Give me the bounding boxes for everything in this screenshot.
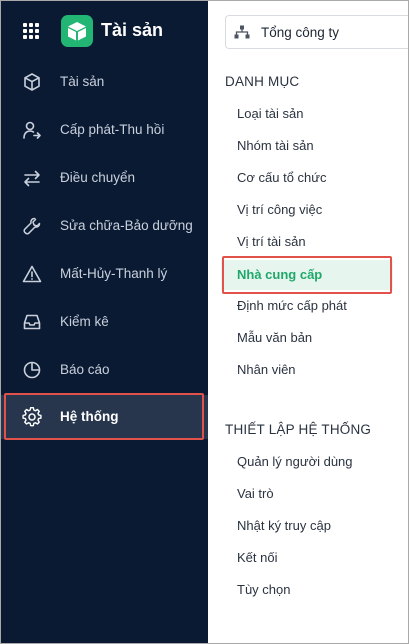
- sidebar-item-label: Sửa chữa-Bảo dưỡng: [60, 218, 193, 233]
- sidebar-item-maintenance[interactable]: Sửa chữa-Bảo dưỡng: [1, 204, 208, 248]
- sidebar-item-label: Kiểm kê: [60, 314, 109, 329]
- cube-icon: [24, 73, 40, 91]
- section-title-catalog: DANH MỤC: [225, 74, 300, 89]
- sidebar-item-label: Báo cáo: [60, 362, 110, 377]
- menu-item-asset-location[interactable]: Vị trí tài sản: [221, 228, 393, 256]
- menu-item-asset-type[interactable]: Loại tài sản: [221, 100, 393, 128]
- menu-item-roles[interactable]: Vai trò: [221, 480, 393, 508]
- menu-item-org-structure[interactable]: Cơ cấu tổ chức: [221, 164, 393, 192]
- sidebar: Tài sản Tài sản Cấp phát-Thu hồi Điều ch…: [1, 1, 208, 643]
- app-title: Tài sản: [101, 20, 164, 40]
- sidebar-item-transfer[interactable]: Điều chuyển: [1, 156, 208, 200]
- org-chart-icon: [234, 25, 250, 39]
- menu-item-user-management[interactable]: Quản lý người dùng: [221, 448, 393, 476]
- sidebar-item-inventory[interactable]: Kiểm kê: [1, 300, 208, 344]
- menu-item-access-log[interactable]: Nhật ký truy cập: [221, 512, 393, 540]
- highlight-box: [222, 256, 392, 294]
- sidebar-item-disposal[interactable]: Mất-Hủy-Thanh lý: [1, 252, 208, 296]
- wrench-icon: [23, 217, 41, 235]
- section-title-system-settings: THIẾT LẬP HỆ THỐNG: [225, 422, 372, 437]
- company-selector-label: Tổng công ty: [261, 25, 340, 40]
- menu-item-connections[interactable]: Kết nối: [221, 544, 393, 572]
- pie-chart-icon: [23, 361, 41, 379]
- warning-icon: [22, 265, 42, 283]
- sidebar-item-allocation[interactable]: Cấp phát-Thu hồi: [1, 108, 208, 152]
- menu-item-asset-group[interactable]: Nhóm tài sản: [221, 132, 393, 160]
- transfer-arrows-icon: [24, 170, 40, 187]
- sidebar-item-assets[interactable]: Tài sản: [1, 60, 208, 104]
- sidebar-item-label: Mất-Hủy-Thanh lý: [60, 266, 168, 281]
- app-window: Tài sản Tài sản Cấp phát-Thu hồi Điều ch…: [0, 0, 409, 644]
- highlight-box: [4, 393, 204, 440]
- user-arrow-icon: [23, 121, 41, 139]
- sidebar-item-label: Điều chuyển: [60, 170, 136, 185]
- sidebar-item-label: Tài sản: [60, 74, 105, 89]
- company-selector[interactable]: Tổng công ty: [225, 15, 408, 49]
- inbox-icon: [23, 314, 41, 330]
- menu-item-document-template[interactable]: Mẫu văn bản: [221, 324, 393, 352]
- menu-item-options[interactable]: Tùy chọn: [221, 576, 393, 604]
- apps-grid-icon[interactable]: [23, 23, 39, 39]
- cube-logo-icon: [68, 22, 86, 41]
- menu-item-job-position[interactable]: Vị trí công việc: [221, 196, 393, 224]
- menu-item-employees[interactable]: Nhân viên: [221, 356, 393, 384]
- sidebar-item-label: Cấp phát-Thu hồi: [60, 122, 165, 137]
- sidebar-item-reports[interactable]: Báo cáo: [1, 348, 208, 392]
- menu-item-allocation-quota[interactable]: Định mức cấp phát: [221, 292, 393, 320]
- system-menu-panel: Tổng công ty DANH MỤC Loại tài sản Nhóm …: [208, 1, 408, 643]
- app-logo: [61, 15, 93, 47]
